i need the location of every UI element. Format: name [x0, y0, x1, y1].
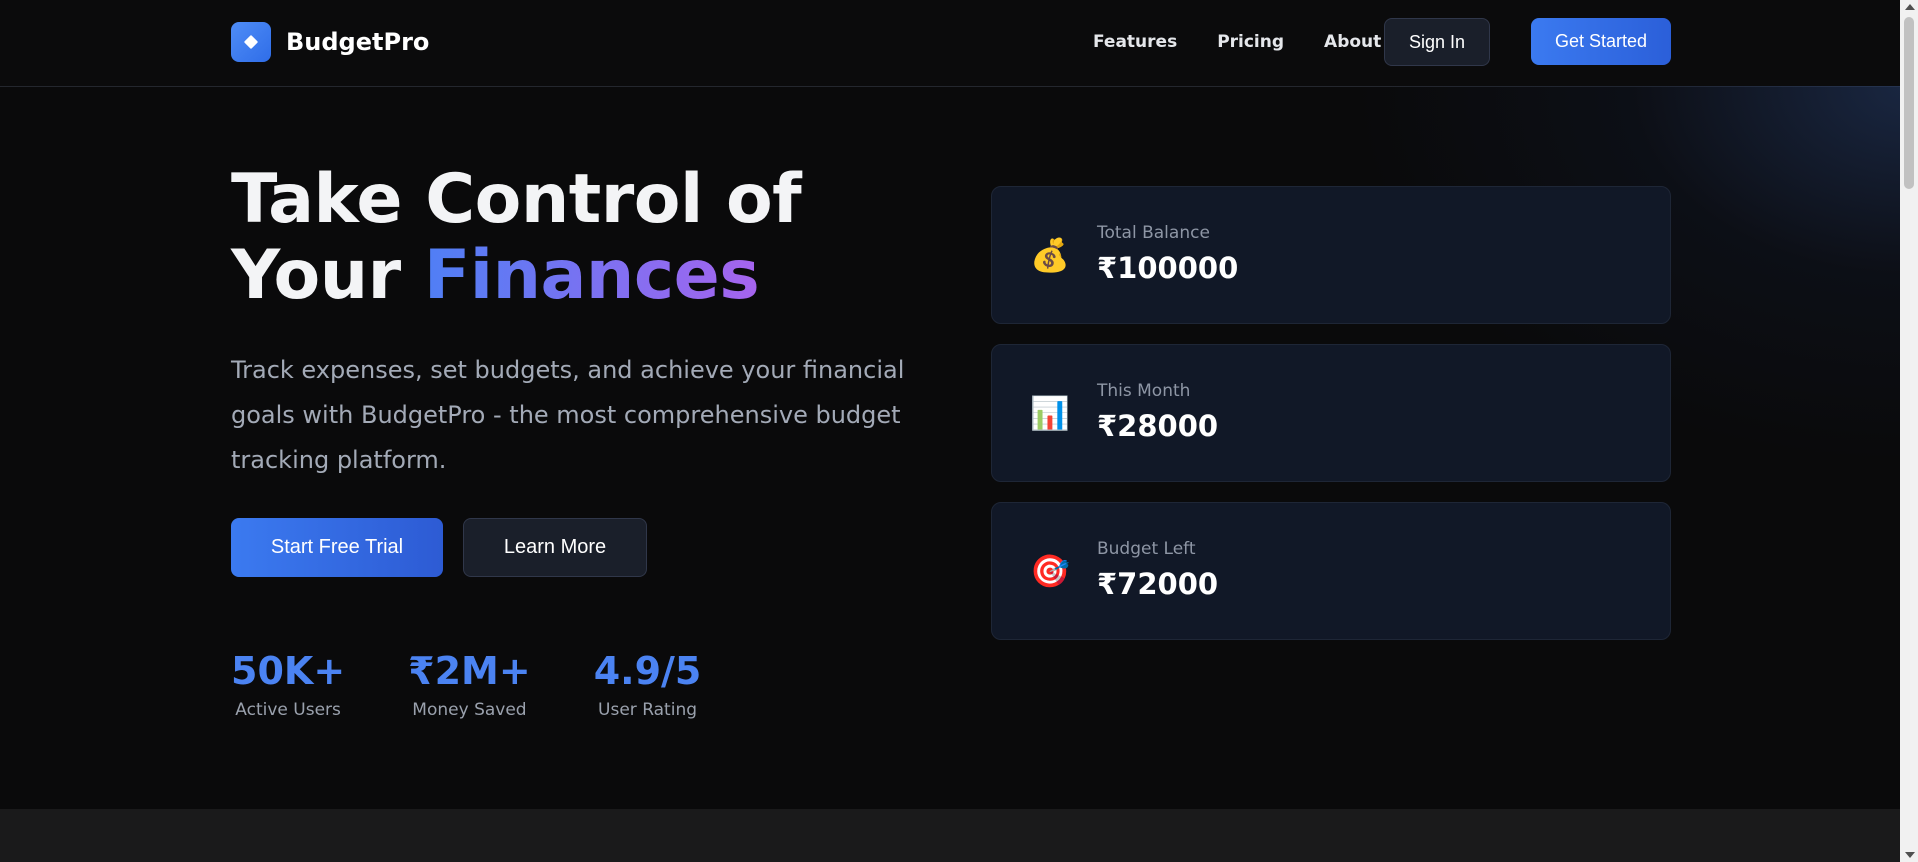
vertical-scrollbar[interactable]	[1900, 0, 1918, 862]
get-started-button[interactable]: Get Started	[1531, 18, 1671, 65]
stat-value: 4.9/5	[593, 649, 702, 693]
nav-link-pricing[interactable]: Pricing	[1217, 32, 1284, 52]
stat-value: ₹2M+	[408, 649, 531, 693]
card-value: ₹100000	[1097, 251, 1239, 285]
target-icon: 🎯	[1030, 552, 1070, 590]
sign-in-button[interactable]: Sign In	[1384, 18, 1490, 66]
stat-user-rating: 4.9/5 User Rating	[594, 648, 702, 720]
brand-name: BudgetPro	[286, 28, 430, 56]
scroll-down-arrow-icon[interactable]	[1905, 852, 1915, 858]
scroll-up-arrow-icon[interactable]	[1905, 4, 1915, 10]
card-value: ₹28000	[1097, 409, 1219, 443]
hero-title-line1: Take Control of	[231, 160, 802, 239]
hero-description: Track expenses, set budgets, and achieve…	[231, 356, 905, 474]
card-label: Total Balance	[1097, 223, 1210, 243]
start-free-trial-button[interactable]: Start Free Trial	[231, 518, 443, 577]
navbar: BudgetPro Features Pricing About Sign In…	[0, 0, 1900, 87]
card-label: Budget Left	[1097, 539, 1196, 559]
stats-row: 50K+ Active Users ₹2M+ Money Saved 4.9/5…	[231, 648, 764, 720]
hero-title-line2-plain: Your	[231, 236, 401, 315]
diamond-icon	[231, 22, 271, 62]
stat-label: Active Users	[235, 700, 341, 720]
hero-title: Take Control of Your Finances	[231, 160, 802, 315]
card-budget-left: 🎯 Budget Left ₹72000	[991, 502, 1671, 640]
money-bag-icon: 💰	[1030, 236, 1070, 274]
nav-links: Features Pricing About	[1093, 32, 1421, 52]
next-section	[0, 809, 1900, 862]
hero-title-accent: Finances	[423, 236, 760, 315]
card-total-balance: 💰 Total Balance ₹100000	[991, 186, 1671, 324]
stat-label: User Rating	[598, 700, 698, 720]
bar-chart-icon: 📊	[1030, 394, 1070, 432]
card-this-month: 📊 This Month ₹28000	[991, 344, 1671, 482]
page: BudgetPro Features Pricing About Sign In…	[0, 0, 1900, 862]
nav-link-about[interactable]: About	[1324, 32, 1381, 52]
brand[interactable]: BudgetPro	[231, 22, 429, 62]
stat-active-users: 50K+ Active Users	[231, 648, 345, 720]
scrollbar-thumb[interactable]	[1904, 17, 1914, 189]
stat-value: 50K+	[231, 649, 346, 693]
learn-more-button[interactable]: Learn More	[463, 518, 647, 577]
nav-link-features[interactable]: Features	[1093, 32, 1177, 52]
card-value: ₹72000	[1097, 567, 1219, 601]
card-label: This Month	[1097, 381, 1191, 401]
stat-money-saved: ₹2M+ Money Saved	[408, 648, 531, 720]
stat-label: Money Saved	[412, 700, 527, 720]
